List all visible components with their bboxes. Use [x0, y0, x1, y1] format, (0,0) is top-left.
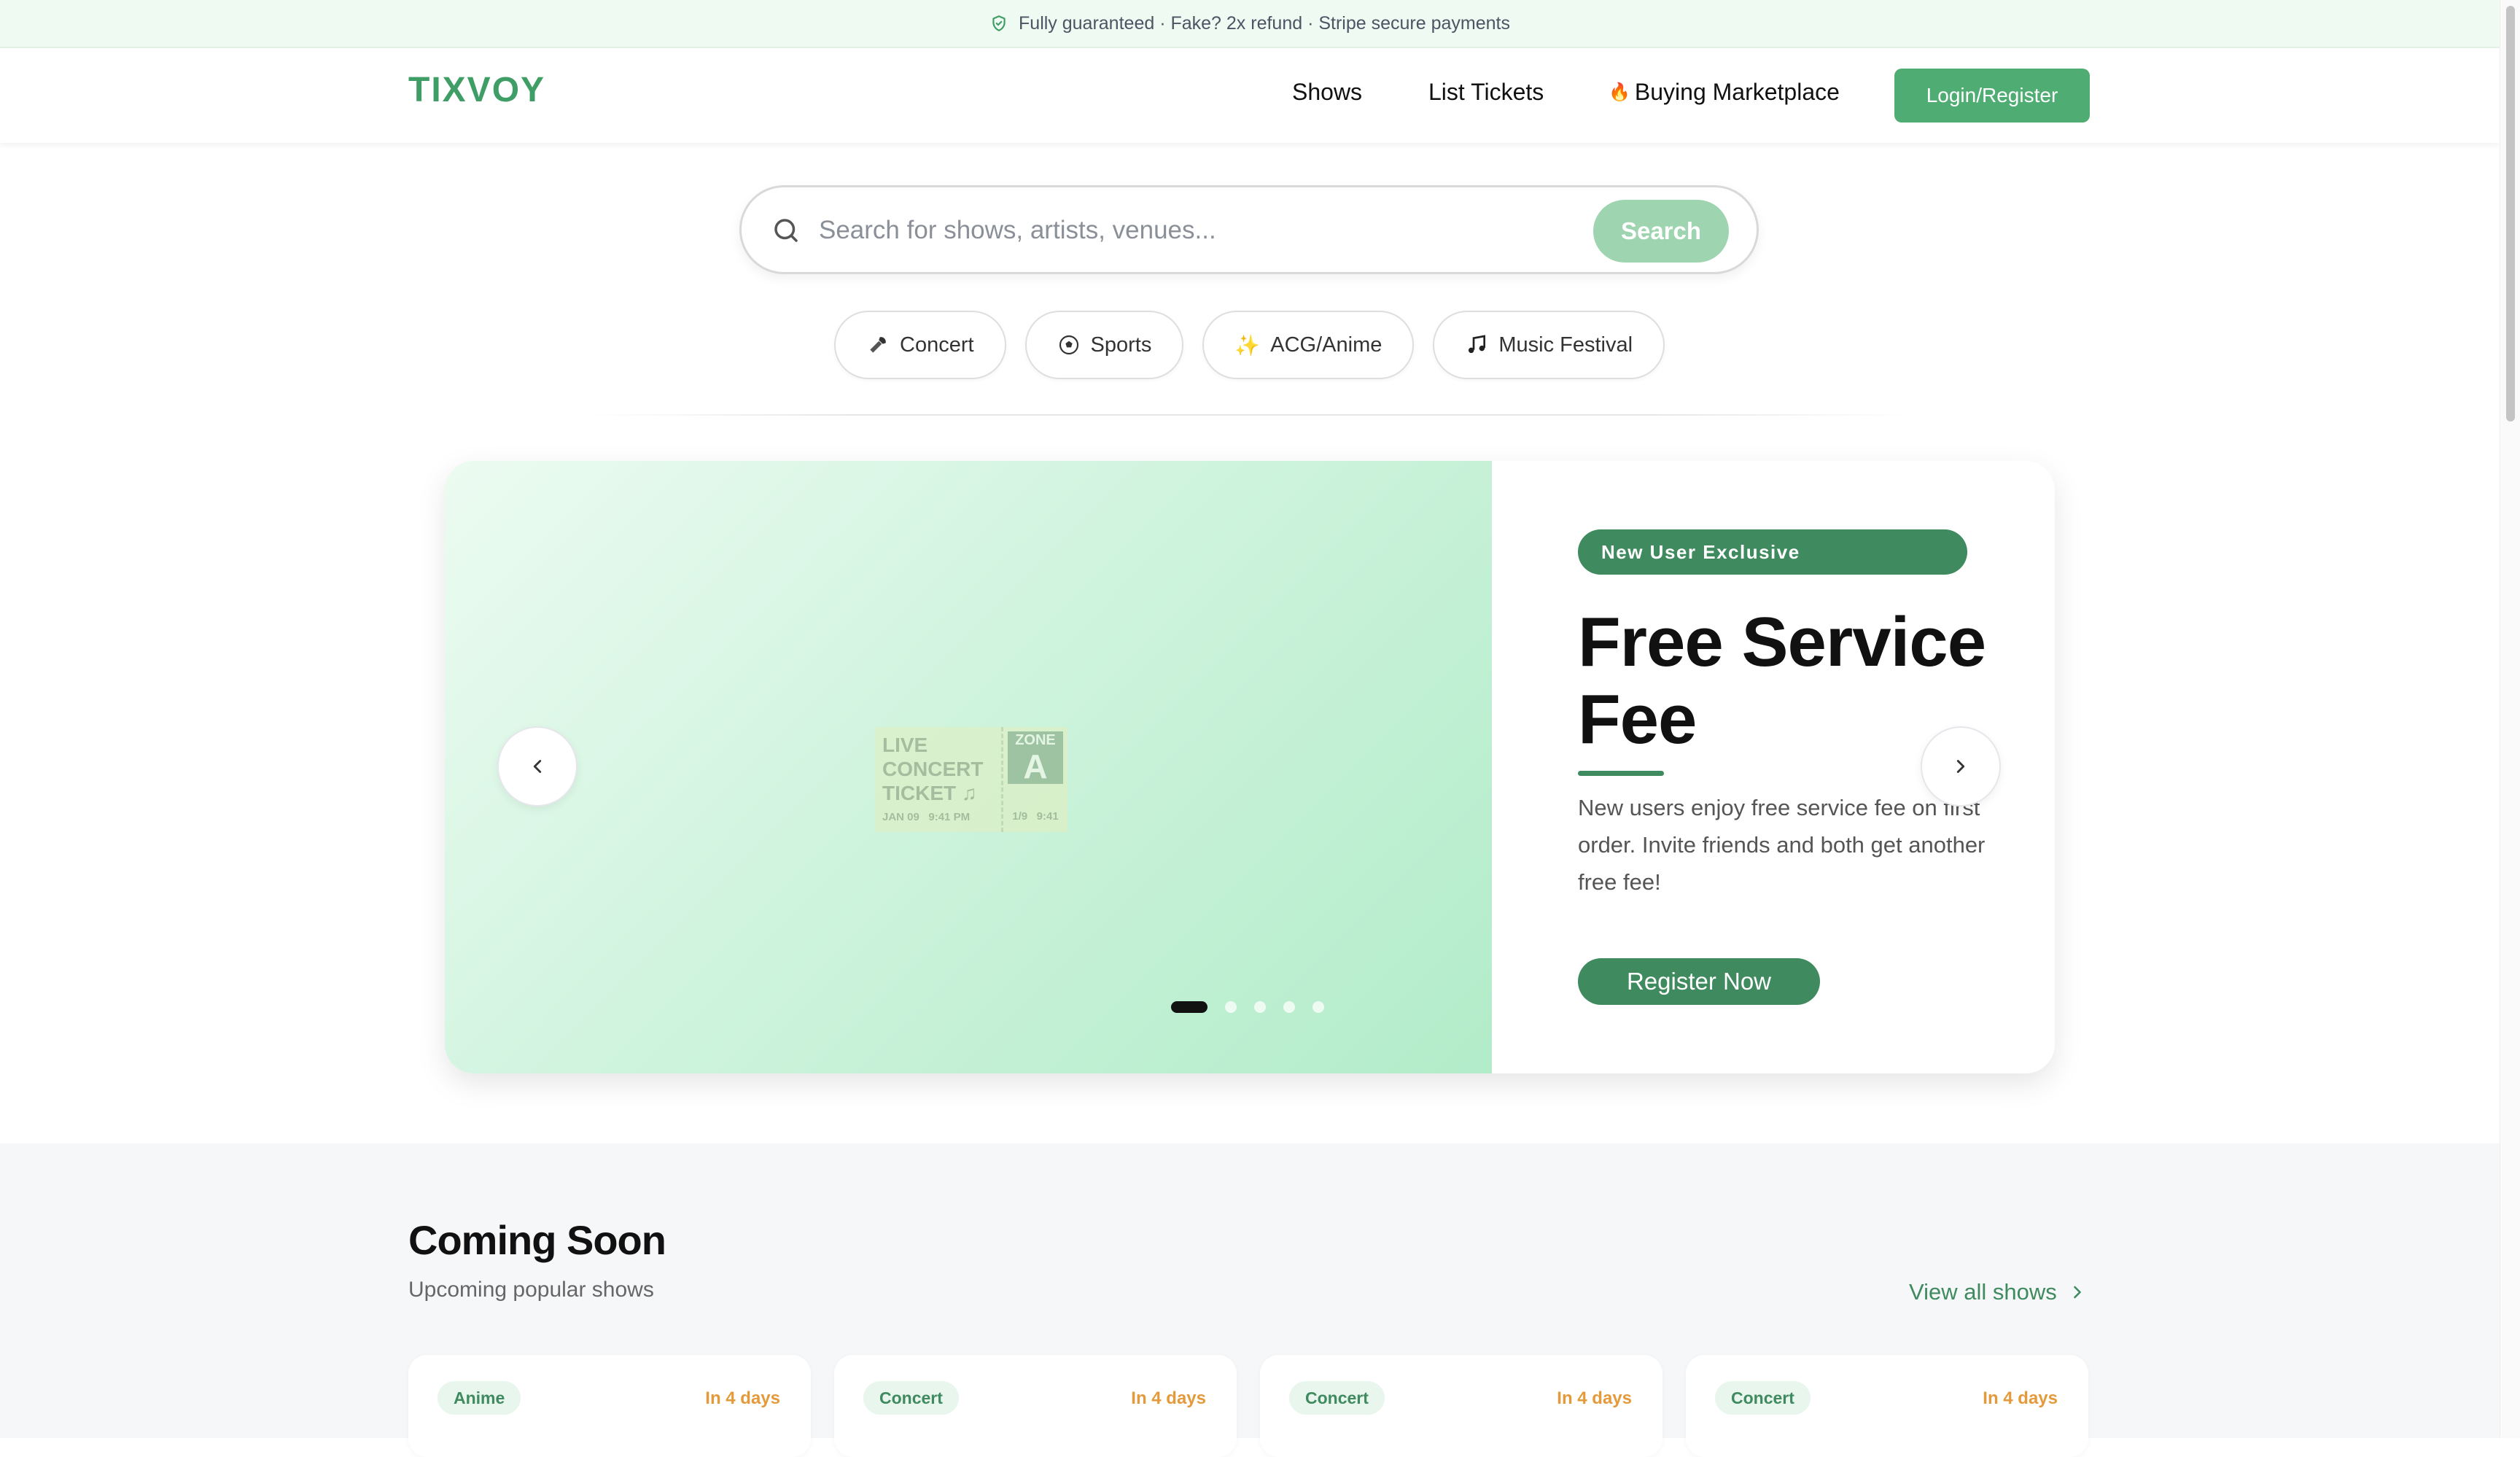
guarantee-banner: Fully guaranteed · Fake? 2x refund · Str…	[0, 0, 2500, 48]
category-music-festival-label: Music Festival	[1498, 333, 1633, 357]
nav-list-tickets[interactable]: List Tickets	[1428, 79, 1544, 106]
show-card[interactable]: Concert In 4 days	[1260, 1355, 1662, 1457]
ticket-date: JAN 09	[882, 811, 919, 823]
ticket-zone-block: ZONE A	[1008, 731, 1063, 784]
hero-description: New users enjoy free service fee on firs…	[1578, 795, 1986, 895]
ticket-datetime: JAN 09 9:41 PM	[882, 809, 994, 825]
logo[interactable]: TIXVOY	[408, 70, 545, 110]
nav-shows[interactable]: Shows	[1292, 79, 1362, 106]
show-countdown: In 4 days	[1557, 1388, 1632, 1408]
show-countdown: In 4 days	[1131, 1388, 1206, 1408]
show-category-tag: Concert	[1289, 1381, 1385, 1415]
chevron-right-icon	[1956, 760, 1965, 773]
coming-soon-section: Coming Soon Upcoming popular shows View …	[0, 1143, 2500, 1457]
ticket-line-3: TICKET ♫	[882, 782, 977, 804]
search-icon	[774, 219, 798, 242]
coming-soon-title: Coming Soon	[408, 1217, 666, 1263]
show-card[interactable]: Anime In 4 days	[408, 1355, 811, 1457]
site-header: TIXVOY Shows List Tickets 🔥 Buying Marke…	[0, 48, 2500, 143]
register-now-button[interactable]: Register Now	[1578, 958, 1820, 1005]
ticket-stub-datetime: 1/9 9:41	[1003, 810, 1068, 823]
page-scrollbar[interactable]	[2500, 0, 2520, 1438]
show-card[interactable]: Concert In 4 days	[834, 1355, 1237, 1457]
shield-check-icon	[992, 15, 1006, 31]
ticket-stub: ZONE A 1/9 9:41	[1003, 727, 1068, 832]
ticket-line-1: LIVE	[882, 734, 928, 756]
carousel-dot-4[interactable]	[1283, 1001, 1295, 1013]
carousel-prev-button[interactable]	[497, 726, 578, 807]
show-countdown: In 4 days	[1983, 1388, 2058, 1408]
show-card[interactable]: Concert In 4 days	[1686, 1355, 2088, 1457]
search-bar: Search	[739, 185, 1759, 274]
category-concert-label: Concert	[900, 333, 974, 357]
search-button[interactable]: Search	[1593, 200, 1729, 263]
category-chips: Concert Sports ✨ ACG/Anime Music Festiva…	[834, 311, 1665, 379]
soccer-ball-icon	[1057, 333, 1081, 357]
login-register-button[interactable]: Login/Register	[1894, 69, 2090, 123]
scrollbar-thumb[interactable]	[2506, 6, 2515, 421]
show-countdown: In 4 days	[705, 1388, 780, 1408]
view-all-shows-link[interactable]: View all shows	[1909, 1279, 2088, 1305]
carousel-next-button[interactable]	[1921, 726, 2001, 807]
carousel-dot-3[interactable]	[1254, 1001, 1266, 1013]
concert-ticket-illustration: LIVE CONCERT TICKET ♫ JAN 09 9:41 PM ZON…	[875, 727, 1068, 832]
hero-carousel: LIVE CONCERT TICKET ♫ JAN 09 9:41 PM ZON…	[445, 461, 2055, 1073]
music-note-icon	[1465, 333, 1488, 357]
category-sports[interactable]: Sports	[1024, 311, 1184, 379]
ticket-line-2: CONCERT	[882, 758, 984, 780]
sparkles-icon: ✨	[1234, 333, 1261, 357]
category-acg-anime[interactable]: ✨ ACG/Anime	[1202, 311, 1415, 379]
section-divider	[591, 414, 1910, 416]
chevron-left-icon	[533, 760, 542, 773]
title-underline	[1578, 771, 1664, 776]
new-user-badge: New User Exclusive	[1578, 529, 1967, 575]
category-sports-label: Sports	[1090, 333, 1152, 357]
view-all-shows-label: View all shows	[1909, 1279, 2057, 1305]
ticket-main: LIVE CONCERT TICKET ♫ JAN 09 9:41 PM	[875, 727, 1003, 832]
show-category-tag: Anime	[438, 1381, 521, 1415]
chevron-right-icon	[2073, 1286, 2081, 1299]
ticket-stub-date: 1/9	[1012, 810, 1028, 823]
carousel-dot-1[interactable]	[1171, 1001, 1208, 1013]
ticket-zone-label: ZONE	[1015, 732, 1056, 748]
category-concert[interactable]: Concert	[834, 311, 1006, 379]
category-acg-anime-label: ACG/Anime	[1270, 333, 1382, 357]
microphone-icon	[866, 333, 890, 357]
nav-buying-marketplace[interactable]: 🔥 Buying Marketplace	[1609, 79, 1840, 106]
ticket-time: 9:41 PM	[928, 811, 971, 823]
carousel-dots	[1171, 1001, 1324, 1013]
guarantee-text: Fully guaranteed · Fake? 2x refund · Str…	[1019, 12, 1510, 34]
ticket-stub-time: 9:41	[1036, 810, 1059, 823]
show-category-tag: Concert	[1715, 1381, 1811, 1415]
carousel-dot-5[interactable]	[1312, 1001, 1324, 1013]
carousel-dot-2[interactable]	[1225, 1001, 1237, 1013]
hero-title: Free Service Fee	[1578, 603, 1986, 758]
search-input[interactable]	[817, 209, 1576, 252]
show-category-tag: Concert	[863, 1381, 959, 1415]
ticket-zone: A	[1023, 747, 1048, 785]
category-music-festival[interactable]: Music Festival	[1433, 311, 1665, 379]
hero-image-panel: LIVE CONCERT TICKET ♫ JAN 09 9:41 PM ZON…	[445, 461, 1492, 1073]
coming-soon-subtitle: Upcoming popular shows	[408, 1278, 654, 1302]
fire-icon: 🔥	[1609, 82, 1630, 102]
nav-buying-marketplace-label: Buying Marketplace	[1634, 79, 1840, 105]
